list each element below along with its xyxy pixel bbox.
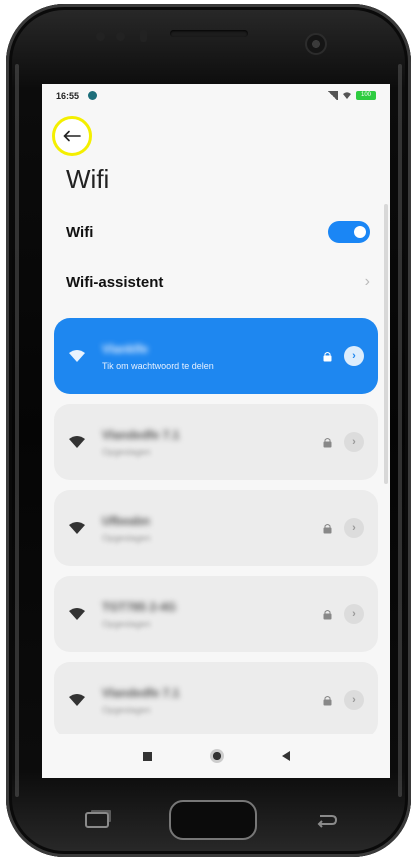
scrollbar[interactable]: [384, 204, 388, 484]
network-subtitle: Opgeslagen: [102, 618, 151, 629]
nav-bar: [42, 734, 390, 778]
network-name: Vlandedfe 7.1: [102, 427, 180, 442]
network-item[interactable]: TGT785 2-4G Opgeslagen ›: [54, 576, 378, 652]
front-camera: [305, 33, 327, 55]
battery-icon: 100: [356, 91, 376, 100]
lock-icon: [320, 437, 334, 448]
wifi-assistant-label: Wifi-assistent: [66, 273, 164, 291]
screen: 16:55 100 Wifi Wifi Wifi-assistent › Vla…: [42, 84, 390, 778]
lock-icon: [320, 695, 334, 706]
lock-icon: [320, 523, 334, 534]
lock-icon: [320, 609, 334, 620]
phone-edge-left: [15, 64, 19, 797]
wifi-toggle-label: Wifi: [66, 223, 94, 241]
sensor-dot: [96, 32, 105, 41]
hardware-back-key[interactable]: [316, 812, 338, 828]
page-title: Wifi: [66, 164, 110, 194]
status-icons: 100: [327, 91, 376, 100]
notification-icon: [88, 91, 97, 100]
wifi-status-icon: [343, 92, 351, 99]
wifi-icon: [68, 607, 90, 621]
network-item[interactable]: Vlandedfe 7.1 Opgeslagen ›: [54, 662, 378, 738]
phone-edge-right: [398, 64, 402, 797]
network-subtitle: Opgeslagen: [102, 704, 151, 715]
network-item[interactable]: Ufbeabn Opgeslagen ›: [54, 490, 378, 566]
recents-nav-button[interactable]: [142, 751, 152, 761]
network-details-button[interactable]: ›: [344, 432, 364, 452]
network-details-button[interactable]: ›: [344, 346, 364, 366]
sensor-dot: [116, 32, 125, 41]
wifi-toggle-row[interactable]: Wifi: [66, 218, 370, 246]
toggle-knob: [354, 226, 366, 238]
network-subtitle: Tik om wachtwoord te delen: [102, 360, 214, 371]
wifi-icon: [68, 349, 90, 363]
arrow-left-icon: [63, 130, 81, 142]
chevron-right-icon: ›: [364, 273, 370, 290]
network-name: Vlandedfe 7.1: [102, 685, 180, 700]
network-name: TGT785 2-4G: [102, 599, 177, 614]
wifi-icon: [68, 521, 90, 535]
network-item[interactable]: Vlandedfe 7.1 Opgeslagen ›: [54, 404, 378, 480]
status-time: 16:55: [56, 91, 80, 101]
network-details-button[interactable]: ›: [344, 518, 364, 538]
lock-icon: [320, 351, 334, 362]
wifi-icon: [68, 693, 90, 707]
network-details-button[interactable]: ›: [344, 690, 364, 710]
network-item[interactable]: Vlanklfe Tik om wachtwoord te delen ›: [54, 318, 378, 394]
status-bar: 16:55 100: [42, 84, 390, 108]
sensor-dot: [140, 30, 147, 42]
network-name: Ufbeabn: [102, 513, 150, 528]
back-nav-button[interactable]: [281, 751, 290, 761]
signal-icon: [327, 91, 338, 100]
wifi-toggle[interactable]: [328, 221, 370, 243]
hardware-recents-key[interactable]: [85, 812, 109, 828]
back-button[interactable]: [52, 116, 92, 156]
network-name: Vlanklfe: [102, 341, 149, 356]
earpiece-speaker: [170, 30, 248, 37]
network-details-button[interactable]: ›: [344, 604, 364, 624]
network-subtitle: Opgeslagen: [102, 446, 151, 457]
home-nav-button[interactable]: [209, 749, 224, 763]
hardware-home-button[interactable]: [169, 800, 257, 840]
wifi-assistant-row[interactable]: Wifi-assistent ›: [66, 268, 370, 296]
wifi-icon: [68, 435, 90, 449]
network-subtitle: Opgeslagen: [102, 532, 151, 543]
